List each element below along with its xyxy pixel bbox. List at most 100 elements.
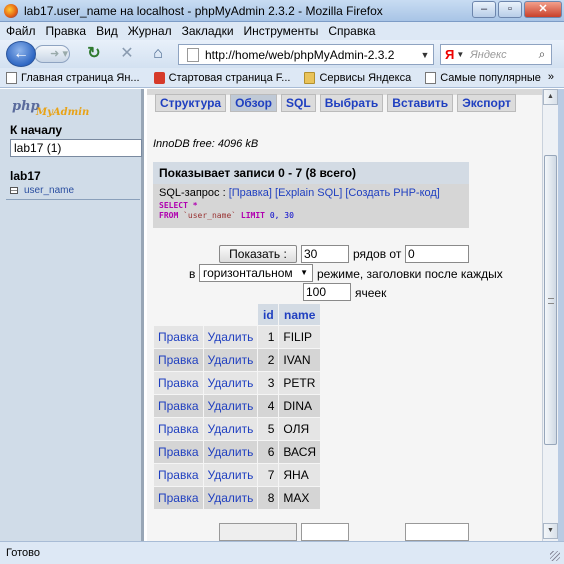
search-bar[interactable]: Я ▼ Яндекс ⌕ bbox=[440, 44, 552, 65]
row-name: ОЛЯ bbox=[279, 418, 321, 440]
row-name: PETR bbox=[279, 372, 321, 394]
menu-help[interactable]: Справка bbox=[328, 24, 375, 38]
search-icon[interactable]: ⌕ bbox=[533, 47, 551, 62]
menu-bar: Файл Правка Вид Журнал Закладки Инструме… bbox=[0, 22, 564, 40]
table-row: Правка Удалить 5 ОЛЯ bbox=[154, 418, 321, 440]
reload-icon[interactable]: ↻ bbox=[84, 44, 104, 64]
table-icon bbox=[10, 187, 18, 194]
column-header-name[interactable]: name bbox=[279, 304, 321, 325]
sql-query-box: SQL-запрос : [Правка] [Explain SQL] [Соз… bbox=[153, 184, 469, 228]
row-delete-link[interactable]: Удалить bbox=[203, 372, 258, 394]
show-button[interactable]: Показать : bbox=[219, 245, 297, 263]
bookmarks-more-icon[interactable]: » bbox=[548, 71, 554, 83]
window-border bbox=[558, 89, 564, 541]
row-delete-link[interactable]: Удалить bbox=[203, 418, 258, 440]
bottom-rows-input[interactable] bbox=[301, 523, 349, 541]
minimize-button[interactable]: – bbox=[472, 1, 496, 18]
yandex-icon[interactable]: Я bbox=[445, 47, 454, 62]
bookmark-folder-icon bbox=[304, 71, 316, 84]
close-button[interactable]: ✕ bbox=[524, 1, 562, 18]
blank-header bbox=[154, 304, 203, 325]
bookmark-most-popular[interactable]: Самые популярные bbox=[425, 71, 541, 84]
row-delete-link[interactable]: Удалить bbox=[203, 395, 258, 417]
back-button[interactable]: ← bbox=[6, 41, 36, 67]
stop-icon[interactable]: ✕ bbox=[117, 44, 137, 64]
window-title: lab17.user_name на localhost - phpMyAdmi… bbox=[24, 3, 383, 18]
sql-code: SELECT * FROM `user_name` LIMIT 0, 30 bbox=[159, 201, 294, 220]
search-engine-dropdown-icon[interactable]: ▼ bbox=[456, 50, 464, 59]
resize-grip-icon[interactable] bbox=[550, 551, 560, 561]
sql-explain-link[interactable]: [Explain SQL] bbox=[275, 187, 342, 199]
url-text[interactable]: http://home/web/phpMyAdmin-2.3.2 bbox=[205, 48, 417, 62]
row-id: 8 bbox=[258, 487, 279, 509]
tab-export[interactable]: Экспорт bbox=[457, 94, 516, 112]
status-bar: Готово bbox=[0, 541, 564, 564]
mode-headers-label: режиме, заголовки после каждых bbox=[317, 267, 503, 281]
row-id: 6 bbox=[258, 441, 279, 463]
scrollbar-thumb[interactable] bbox=[544, 155, 557, 445]
bookmark-page-icon bbox=[6, 71, 17, 84]
rows-count-input[interactable]: 30 bbox=[301, 245, 349, 263]
sql-edit-link[interactable]: [Правка] bbox=[229, 187, 272, 199]
menu-file[interactable]: Файл bbox=[6, 24, 36, 38]
menu-history[interactable]: Журнал bbox=[128, 24, 172, 38]
phpmyadmin-logo[interactable]: php MyAdmin bbox=[8, 97, 89, 121]
menu-tools[interactable]: Инструменты bbox=[244, 24, 319, 38]
row-id: 3 bbox=[258, 372, 279, 394]
repeat-headers-input[interactable]: 100 bbox=[303, 283, 351, 301]
scroll-down-icon[interactable]: ▼ bbox=[543, 523, 558, 539]
row-edit-link[interactable]: Правка bbox=[154, 372, 203, 394]
sidebar-table-user-name[interactable]: user_name bbox=[10, 185, 74, 196]
column-header-id[interactable]: id bbox=[258, 304, 279, 325]
row-name: DINA bbox=[279, 395, 321, 417]
row-edit-link[interactable]: Правка bbox=[154, 395, 203, 417]
row-id: 5 bbox=[258, 418, 279, 440]
row-edit-link[interactable]: Правка bbox=[154, 349, 203, 371]
scroll-up-icon[interactable]: ▲ bbox=[543, 89, 558, 105]
start-row-input[interactable]: 0 bbox=[405, 245, 469, 263]
pma-main-frame: Структура Обзор SQL Выбрать Вставить Экс… bbox=[147, 89, 542, 541]
blank-header bbox=[204, 304, 258, 325]
home-icon[interactable]: ⌂ bbox=[148, 44, 168, 64]
bottom-start-input[interactable] bbox=[405, 523, 469, 541]
url-dropdown-icon[interactable]: ▼ bbox=[417, 50, 433, 60]
row-edit-link[interactable]: Правка bbox=[154, 326, 203, 348]
database-select[interactable]: lab17 (1) bbox=[10, 139, 142, 157]
row-name: MAX bbox=[279, 487, 321, 509]
bookmark-yandex-services[interactable]: Сервисы Яндекса bbox=[304, 71, 411, 84]
search-input[interactable]: Яндекс bbox=[470, 49, 533, 61]
row-edit-link[interactable]: Правка bbox=[154, 441, 203, 463]
menu-bookmarks[interactable]: Закладки bbox=[182, 24, 234, 38]
row-delete-link[interactable]: Удалить bbox=[203, 441, 258, 463]
database-name[interactable]: lab17 bbox=[10, 169, 41, 183]
tab-browse[interactable]: Обзор bbox=[230, 94, 278, 112]
forward-button[interactable]: ➜ ▾ bbox=[34, 45, 70, 63]
sql-create-php-link[interactable]: [Создать PHP-код] bbox=[345, 187, 439, 199]
url-bar[interactable]: http://home/web/phpMyAdmin-2.3.2 ▼ bbox=[178, 44, 434, 65]
display-mode-select[interactable]: горизонтальном ▼ bbox=[199, 264, 313, 282]
menu-view[interactable]: Вид bbox=[96, 24, 118, 38]
table-row: Правка Удалить 1 FILIP bbox=[154, 326, 321, 348]
maximize-button[interactable]: ▫ bbox=[498, 1, 522, 18]
tab-select[interactable]: Выбрать bbox=[319, 94, 384, 112]
row-delete-link[interactable]: Удалить bbox=[203, 487, 258, 509]
row-id: 4 bbox=[258, 395, 279, 417]
home-link[interactable]: К началу bbox=[10, 123, 62, 137]
bookmark-firefox-start[interactable]: Стартовая страница F... bbox=[153, 71, 290, 84]
tab-structure[interactable]: Структура bbox=[155, 94, 227, 112]
vertical-scrollbar[interactable]: ▲ ▼ bbox=[542, 89, 558, 541]
tab-insert[interactable]: Вставить bbox=[387, 94, 454, 112]
row-edit-link[interactable]: Правка bbox=[154, 418, 203, 440]
menu-edit[interactable]: Правка bbox=[46, 24, 87, 38]
tab-sql[interactable]: SQL bbox=[281, 94, 316, 112]
row-edit-link[interactable]: Правка bbox=[154, 487, 203, 509]
row-delete-link[interactable]: Удалить bbox=[203, 464, 258, 486]
row-delete-link[interactable]: Удалить bbox=[203, 326, 258, 348]
table-row: Правка Удалить 2 IVAN bbox=[154, 349, 321, 371]
row-edit-link[interactable]: Правка bbox=[154, 464, 203, 486]
table-row: Правка Удалить 8 MAX bbox=[154, 487, 321, 509]
bottom-show-button[interactable] bbox=[219, 523, 297, 541]
window-controls: – ▫ ✕ bbox=[472, 1, 562, 18]
bookmark-yandex-home[interactable]: Главная страница Ян... bbox=[6, 71, 140, 84]
row-delete-link[interactable]: Удалить bbox=[203, 349, 258, 371]
